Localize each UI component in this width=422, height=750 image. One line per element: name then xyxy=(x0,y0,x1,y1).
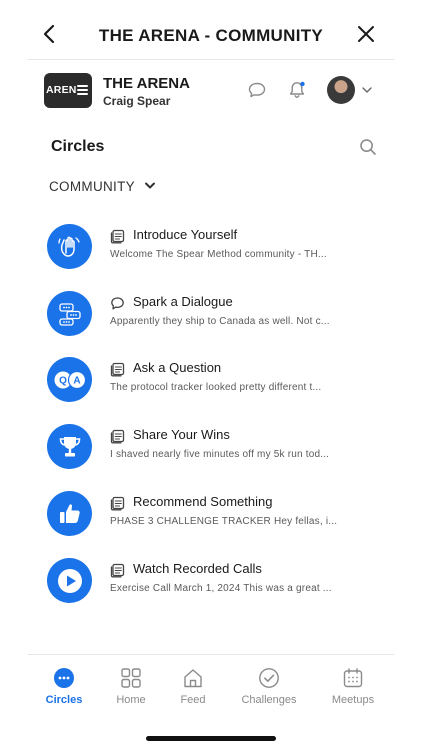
search-icon[interactable] xyxy=(359,138,377,156)
bell-icon[interactable] xyxy=(287,80,307,100)
circle-list-item[interactable]: QA Ask a Question The protocol tracker l… xyxy=(0,357,422,417)
play-icon xyxy=(47,558,92,603)
calendar-icon xyxy=(343,668,363,688)
filter-label: COMMUNITY xyxy=(49,178,135,194)
circle-list-item[interactable]: Share Your Wins I shaved nearly five min… xyxy=(0,424,422,484)
feed-house-icon xyxy=(184,669,202,688)
circle-preview: PHASE 3 CHALLENGE TRACKER Hey fellas, i.… xyxy=(110,516,338,527)
circle-title: Watch Recorded Calls xyxy=(133,561,262,576)
menu-icon xyxy=(77,85,88,95)
bottom-nav: Circles Home Feed Challenges Meetups xyxy=(0,655,422,715)
nav-tab-circles[interactable]: Circles xyxy=(29,667,99,706)
svg-text:Q: Q xyxy=(59,375,67,386)
nav-tab-meetups[interactable]: Meetups xyxy=(318,667,388,706)
post-icon xyxy=(110,563,125,578)
top-bar: THE ARENA - COMMUNITY xyxy=(0,0,422,60)
nav-label: Meetups xyxy=(331,694,375,706)
circle-title: Recommend Something xyxy=(133,494,273,509)
thumbs-up-icon xyxy=(47,491,92,536)
community-user-name: Craig Spear xyxy=(103,94,171,108)
svg-text:A: A xyxy=(73,375,80,386)
chevron-down-icon xyxy=(144,182,155,189)
nav-label: Home xyxy=(116,694,146,706)
post-icon xyxy=(110,362,125,377)
chat-bubble-icon xyxy=(111,297,124,310)
circle-list-item[interactable]: Spark a Dialogue Apparently they ship to… xyxy=(0,291,422,351)
circle-preview: Apparently they ship to Canada as well. … xyxy=(110,316,330,327)
nav-tab-home[interactable]: Home xyxy=(96,667,166,706)
community-name: THE ARENA xyxy=(103,75,190,92)
grid-icon xyxy=(121,668,141,688)
user-avatar[interactable] xyxy=(327,76,355,104)
circles-section-title: Circles xyxy=(51,138,105,155)
circle-title: Share Your Wins xyxy=(133,427,230,442)
qa-icon: QA xyxy=(47,357,92,402)
nav-label: Feed xyxy=(180,694,206,706)
circle-list-item[interactable]: Introduce Yourself Welcome The Spear Met… xyxy=(0,224,422,284)
close-icon[interactable] xyxy=(354,22,378,46)
chat-bubble-icon[interactable] xyxy=(247,80,267,100)
circle-title: Introduce Yourself xyxy=(133,227,238,242)
nav-label: Circles xyxy=(45,694,83,706)
circle-title: Ask a Question xyxy=(133,360,222,375)
chat-bubbles-icon xyxy=(47,291,92,336)
waving-hand-icon xyxy=(47,224,92,269)
post-icon xyxy=(110,229,125,244)
circle-list-item[interactable]: Recommend Something PHASE 3 CHALLENGE TR… xyxy=(0,491,422,551)
circles-icon xyxy=(54,668,74,688)
circle-preview: Exercise Call March 1, 2024 This was a g… xyxy=(110,583,332,594)
check-circle-icon xyxy=(259,668,279,688)
circle-preview: The protocol tracker looked pretty diffe… xyxy=(110,382,322,393)
logo-text: AREN xyxy=(46,84,77,96)
circle-list-item[interactable]: Watch Recorded Calls Exercise Call March… xyxy=(0,558,422,618)
community-logo[interactable]: AREN xyxy=(44,73,92,108)
nav-tab-challenges[interactable]: Challenges xyxy=(234,667,304,706)
nav-tab-feed[interactable]: Feed xyxy=(158,667,228,706)
home-indicator xyxy=(146,736,276,741)
post-icon xyxy=(110,429,125,444)
circles-filter-dropdown[interactable]: COMMUNITY xyxy=(49,177,156,195)
circle-preview: I shaved nearly five minutes off my 5k r… xyxy=(110,449,330,460)
post-icon xyxy=(110,496,125,511)
circle-preview: Welcome The Spear Method community - TH.… xyxy=(110,249,327,260)
trophy-icon xyxy=(47,424,92,469)
community-header: AREN THE ARENA Craig Spear xyxy=(0,60,422,120)
circle-title: Spark a Dialogue xyxy=(133,294,233,309)
nav-label: Challenges xyxy=(241,694,297,706)
chevron-down-icon[interactable] xyxy=(361,85,373,95)
